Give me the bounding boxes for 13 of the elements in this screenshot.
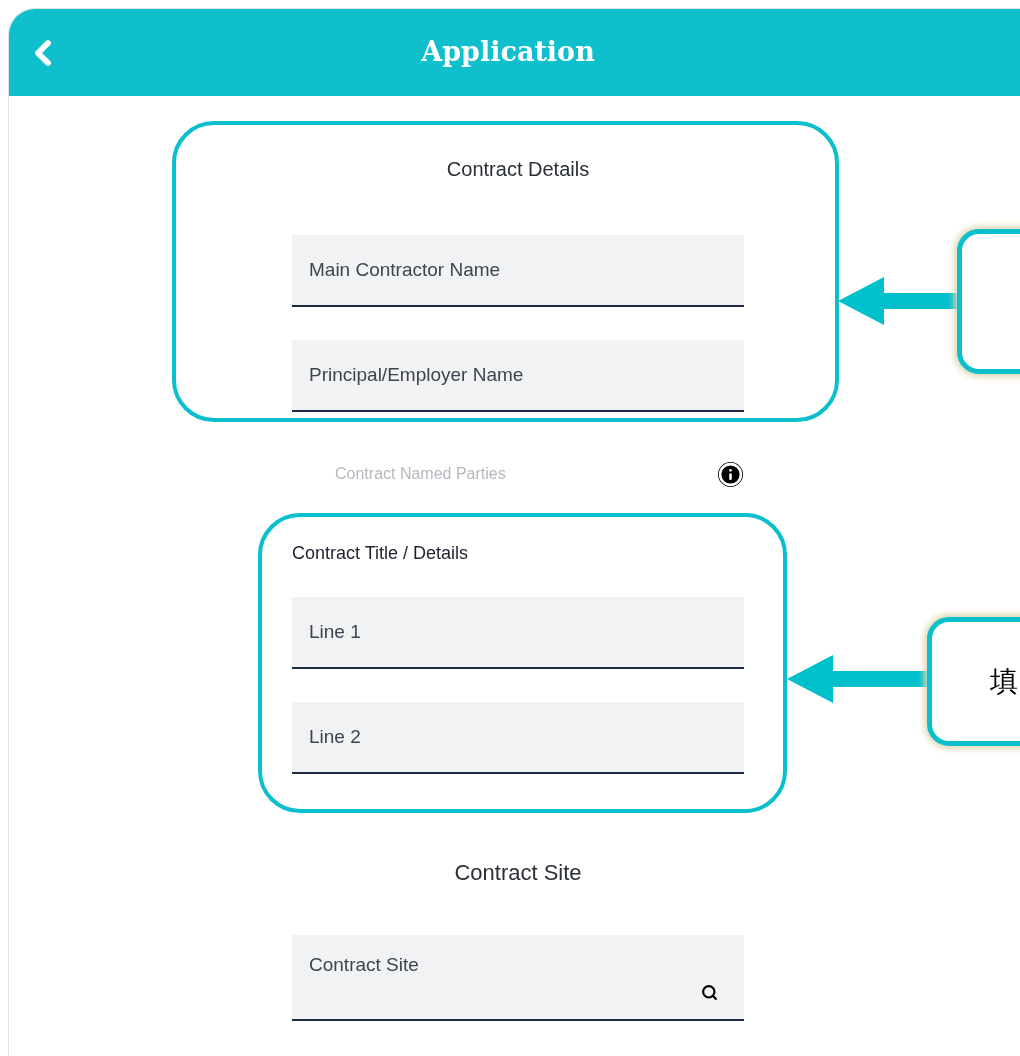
callout-text: 填 bbox=[990, 663, 1018, 700]
search-icon bbox=[701, 984, 718, 1001]
section-heading: Contract Details bbox=[445, 157, 591, 178]
info-icon[interactable] bbox=[718, 461, 743, 487]
input-field[interactable]: Line 2 bbox=[292, 702, 744, 774]
page-title: Application bbox=[421, 35, 595, 70]
input-field[interactable]: Main Contractor Name bbox=[292, 235, 744, 307]
field-group-label: Contract Title / Details bbox=[292, 542, 470, 562]
section-heading: Contract Site bbox=[453, 859, 583, 882]
input-field[interactable]: Principal/Employer Name bbox=[292, 340, 744, 412]
input-field[interactable]: Contract Site bbox=[292, 935, 744, 1021]
section-label: Contract Named Parties bbox=[335, 464, 506, 484]
input-field[interactable]: Line 1 bbox=[292, 597, 744, 669]
